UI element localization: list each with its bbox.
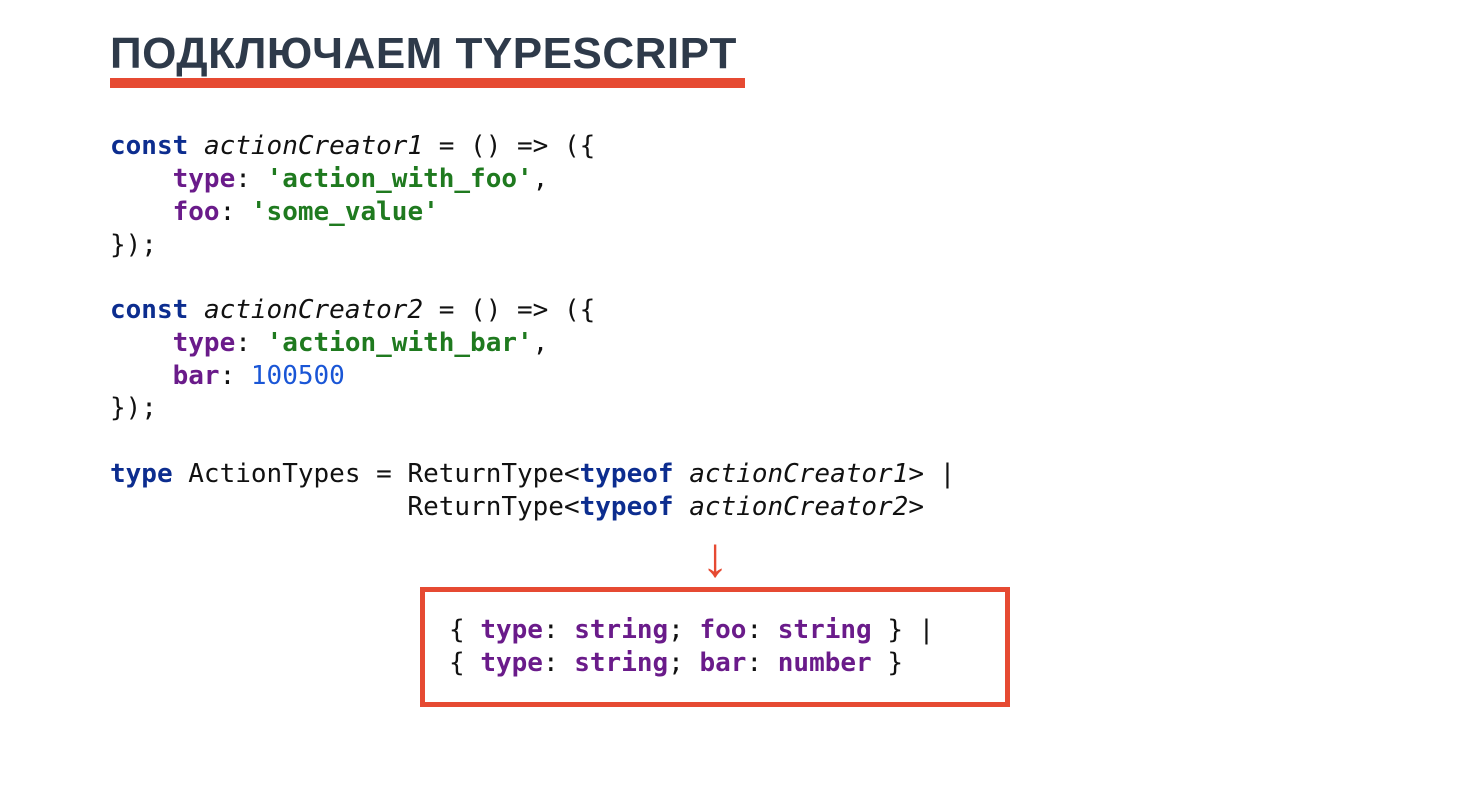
code-block: const actionCreator1 = () => ({ type: 'a… xyxy=(110,130,1372,523)
returntype: ReturnType< xyxy=(407,459,579,489)
keyword-const: const xyxy=(110,131,188,161)
prop-type: type xyxy=(480,615,543,645)
slide-title: ПОДКЛЮЧАЕМ TYPESCRIPT xyxy=(110,30,737,78)
result-box: { type: string; foo: string } | { type: … xyxy=(420,587,1010,707)
keyword-typeof: typeof xyxy=(580,459,674,489)
prop-type: type xyxy=(173,164,236,194)
prop-bar: bar xyxy=(699,648,746,678)
identifier-ac2: actionCreator2 xyxy=(689,492,908,522)
type-keyword-string: string xyxy=(574,648,668,678)
arrow-fn: = () => ({ xyxy=(423,131,595,161)
identifier-ac2: actionCreator2 xyxy=(204,295,423,325)
close-brace: }); xyxy=(110,393,157,423)
string-literal: 'some_value' xyxy=(251,197,439,227)
prop-type: type xyxy=(173,328,236,358)
arrow-fn: = () => ({ xyxy=(423,295,595,325)
prop-foo: foo xyxy=(173,197,220,227)
type-keyword-string: string xyxy=(778,615,872,645)
prop-type: type xyxy=(480,648,543,678)
prop-bar: bar xyxy=(173,361,220,391)
close-brace: }); xyxy=(110,230,157,260)
returntype: ReturnType< xyxy=(407,492,579,522)
title-underline: ПОДКЛЮЧАЕМ TYPESCRIPT xyxy=(110,30,745,88)
identifier-ac1: actionCreator1 xyxy=(204,131,423,161)
identifier-ac1: actionCreator1 xyxy=(689,459,908,489)
keyword-type: type xyxy=(110,459,173,489)
keyword-const: const xyxy=(110,295,188,325)
string-literal: 'action_with_bar' xyxy=(267,328,533,358)
type-keyword-string: string xyxy=(574,615,668,645)
slide: ПОДКЛЮЧАЕМ TYPESCRIPT const actionCreato… xyxy=(0,0,1472,790)
number-literal: 100500 xyxy=(251,361,345,391)
type-keyword-number: number xyxy=(778,648,872,678)
keyword-typeof: typeof xyxy=(580,492,674,522)
down-arrow-icon: ↓ xyxy=(701,529,729,585)
arrow-container: ↓ xyxy=(420,523,1010,587)
string-literal: 'action_with_foo' xyxy=(267,164,533,194)
result-code: { type: string; foo: string } | { type: … xyxy=(449,614,981,680)
prop-foo: foo xyxy=(699,615,746,645)
type-name: ActionTypes xyxy=(188,459,360,489)
